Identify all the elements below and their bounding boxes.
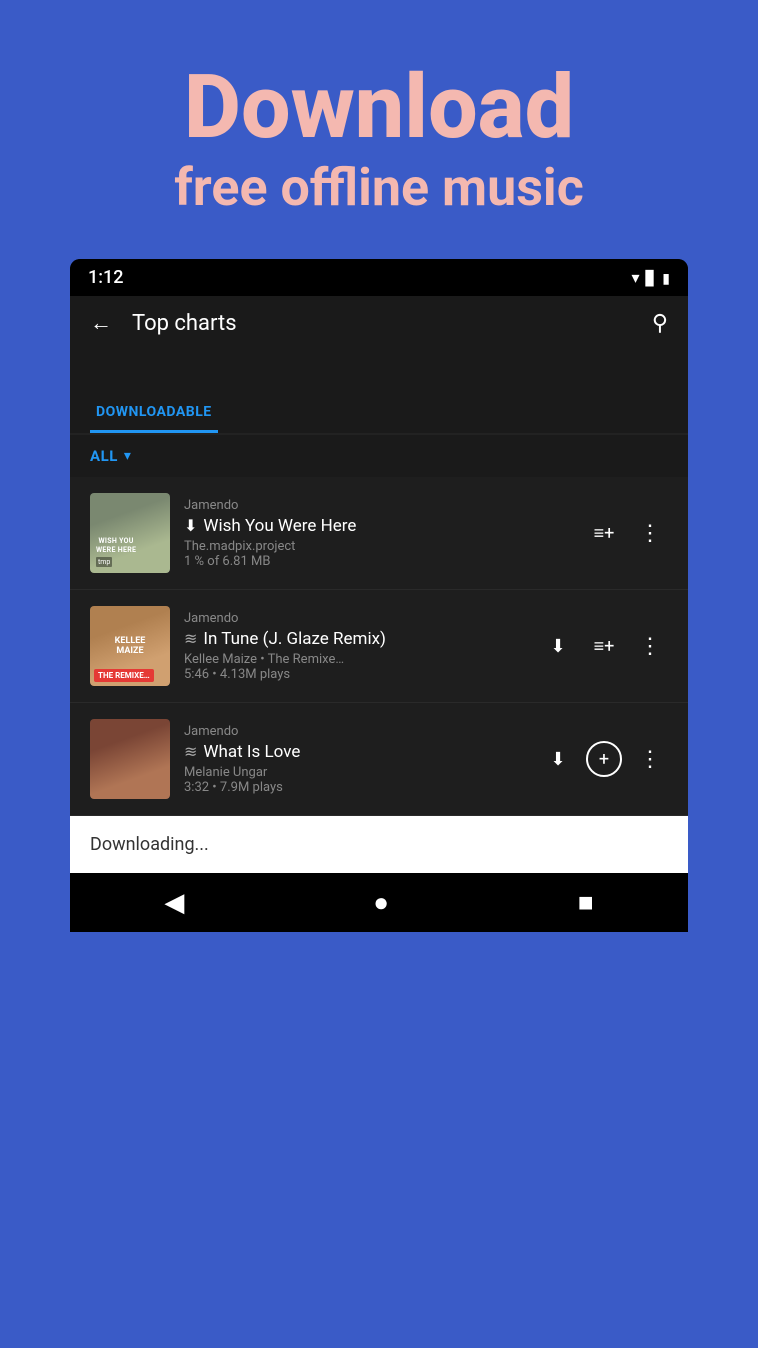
song-artist-2: Kellee Maize • The Remixe… (184, 652, 526, 667)
phone-mockup: 1:12 ← Top charts ⚲ DOWNLOADABLE ALL ▾ w… (70, 259, 688, 932)
stream-icon-3: ≋ (184, 742, 197, 761)
downloading-bar: Downloading... (70, 816, 688, 873)
tab-downloadable[interactable]: DOWNLOADABLE (90, 390, 218, 433)
song-title-2: ≋ In Tune (J. Glaze Remix) (184, 629, 526, 649)
download-button-3[interactable]: ⬇ (540, 741, 576, 777)
song-title-3: ≋ What Is Love (184, 742, 526, 762)
song-artist-1: The.madpix.project (184, 539, 572, 554)
song-source-1: Jamendo (184, 498, 572, 513)
hero-subtitle: free offline music (40, 157, 718, 219)
download-button-2[interactable]: ⬇ (540, 628, 576, 664)
queue-button-1[interactable]: ≡+ (586, 515, 622, 551)
chevron-down-icon[interactable]: ▾ (124, 448, 131, 464)
search-button[interactable]: ⚲ (652, 311, 668, 336)
app-bar-title: Top charts (132, 311, 237, 336)
song-artist-3: Melanie Ungar (184, 765, 526, 780)
song-info-2: Jamendo ≋ In Tune (J. Glaze Remix) Kelle… (184, 611, 526, 682)
kellee-badge: THE REMIXE… (94, 669, 154, 682)
status-time: 1:12 (88, 267, 123, 288)
downloading-text: Downloading... (90, 834, 209, 855)
queue-button-2[interactable]: ≡+ (586, 628, 622, 664)
song-list: wish youwere here tmp Jamendo ⬇ Wish You… (70, 477, 688, 816)
song-meta-2: 5:46 • 4.13M plays (184, 667, 526, 682)
nav-back-button[interactable] (164, 888, 184, 918)
wifi-icon (631, 267, 639, 288)
more-button-1[interactable]: ⋮ (632, 515, 668, 551)
song-meta-3: 3:32 • 7.9M plays (184, 780, 526, 795)
song-meta-1: 1 % of 6.81 MB (184, 554, 572, 569)
song-info-1: Jamendo ⬇ Wish You Were Here The.madpix.… (184, 498, 572, 569)
status-icons (631, 267, 670, 288)
song-source-2: Jamendo (184, 611, 526, 626)
app-bar: ← Top charts ⚲ (70, 296, 688, 350)
song-info-3: Jamendo ≋ What Is Love Melanie Ungar 3:3… (184, 724, 526, 795)
song-actions-2: ⬇ ≡+ ⋮ (540, 628, 668, 664)
hero-title: Download (40, 60, 718, 157)
song-actions-3: ⬇ + ⋮ (540, 741, 668, 777)
nav-home-button[interactable] (373, 887, 389, 918)
hero-section: Download free offline music (0, 0, 758, 259)
app-bar-spacer (70, 350, 688, 390)
filter-label[interactable]: ALL (90, 447, 118, 465)
song-item-3[interactable]: Jamendo ≋ What Is Love Melanie Ungar 3:3… (70, 703, 688, 816)
status-bar: 1:12 (70, 259, 688, 296)
app-bar-left: ← Top charts (90, 310, 237, 336)
song-art-3 (90, 719, 170, 799)
song-art-1: wish youwere here tmp (90, 493, 170, 573)
signal-icon (646, 267, 657, 288)
nav-recent-button[interactable] (578, 887, 594, 918)
battery-icon (662, 267, 670, 288)
filter-row: ALL ▾ (70, 435, 688, 477)
stream-icon-2: ≋ (184, 629, 197, 648)
song-item-2[interactable]: kelleemaize THE REMIXE… Jamendo ≋ In Tun… (70, 590, 688, 703)
tab-bar: DOWNLOADABLE (70, 390, 688, 435)
add-button-3[interactable]: + (586, 741, 622, 777)
more-button-2[interactable]: ⋮ (632, 628, 668, 664)
song-source-3: Jamendo (184, 724, 526, 739)
song-item-1[interactable]: wish youwere here tmp Jamendo ⬇ Wish You… (70, 477, 688, 590)
downloading-icon: ⬇ (184, 516, 197, 535)
back-button[interactable]: ← (90, 310, 112, 336)
more-button-3[interactable]: ⋮ (632, 741, 668, 777)
song-actions-1: ≡+ ⋮ (586, 515, 668, 551)
song-art-2: kelleemaize THE REMIXE… (90, 606, 170, 686)
nav-bar (70, 873, 688, 932)
song-title-1: ⬇ Wish You Were Here (184, 516, 572, 536)
